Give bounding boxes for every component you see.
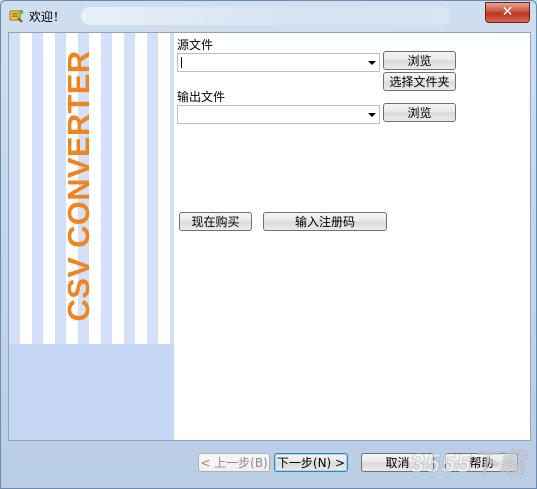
back-label: < 上一步(B) <box>200 456 268 470</box>
next-label: 下一步(N) > <box>276 456 346 470</box>
text-caret <box>181 57 182 68</box>
source-file-label: 源文件 <box>177 38 214 52</box>
wizard-page: CSV CONVERTER 源文件 浏览 选择文件夹 输出文件 浏览 现在购买 … <box>8 32 531 441</box>
buy-now-button[interactable]: 现在购买 <box>179 212 252 231</box>
enter-registration-code-label: 输入注册码 <box>294 215 355 229</box>
watermark: 3555下载 <box>410 448 526 479</box>
source-browse-label: 浏览 <box>407 54 432 68</box>
close-icon: ✕ <box>501 4 514 20</box>
output-file-label: 输出文件 <box>177 90 226 104</box>
chevron-down-icon[interactable] <box>368 113 376 117</box>
chevron-down-icon[interactable] <box>368 61 376 65</box>
window-title: 欢迎！ <box>29 10 66 24</box>
source-file-combo[interactable] <box>177 53 380 72</box>
enter-registration-code-button[interactable]: 输入注册码 <box>263 212 387 231</box>
welcome-dialog: 欢迎！ ✕ CSV CONVERTER 源文件 浏览 选择文件夹 输出文件 浏览 <box>0 0 537 489</box>
source-browse-button[interactable]: 浏览 <box>383 51 456 70</box>
choose-folder-button[interactable]: 选择文件夹 <box>383 72 456 91</box>
choose-folder-label: 选择文件夹 <box>389 75 450 89</box>
back-button[interactable]: < 上一步(B) <box>198 453 270 472</box>
app-icon <box>8 8 24 24</box>
cancel-label: 取消 <box>385 456 410 470</box>
side-banner: CSV CONVERTER <box>9 33 174 440</box>
title-blur <box>81 7 451 25</box>
output-browse-button[interactable]: 浏览 <box>383 103 456 122</box>
output-file-combo[interactable] <box>177 105 380 124</box>
output-browse-label: 浏览 <box>407 106 432 120</box>
next-button[interactable]: 下一步(N) > <box>274 453 348 472</box>
banner-title: CSV CONVERTER <box>61 50 96 322</box>
buy-now-label: 现在购买 <box>191 215 240 229</box>
close-button[interactable]: ✕ <box>485 2 530 23</box>
title-bar[interactable]: 欢迎！ ✕ <box>1 1 536 31</box>
